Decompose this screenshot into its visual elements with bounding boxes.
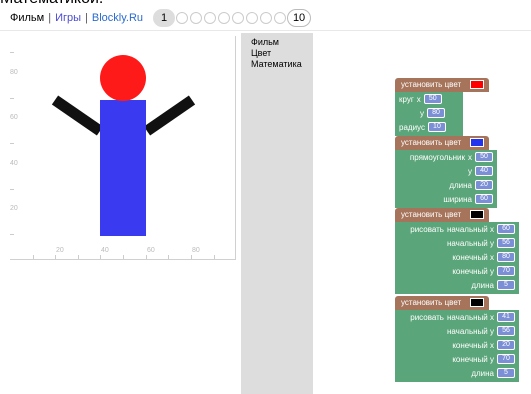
color-swatch[interactable] xyxy=(470,80,484,89)
rect-label: прямоугольник xyxy=(409,152,465,162)
page-dot[interactable] xyxy=(218,12,231,24)
rect-length-label: длина xyxy=(449,180,472,190)
line-y1-label: начальный y xyxy=(446,238,494,248)
page-dot[interactable] xyxy=(190,12,203,24)
rectangle-block[interactable]: прямоугольник x 50 y 40 длина 20 ширина … xyxy=(395,150,497,208)
circle-label: круг xyxy=(399,94,414,104)
circle-y-value[interactable]: 80 xyxy=(427,108,445,118)
page-dot[interactable] xyxy=(176,12,189,24)
line-width-label: длина xyxy=(471,280,494,290)
toolbox: Фильм Цвет Математика xyxy=(241,33,313,394)
page-dot[interactable] xyxy=(232,12,245,24)
circle-block[interactable]: круг x 50 y 80 радиус 10 xyxy=(395,92,463,136)
set-color-block[interactable]: установить цвет xyxy=(395,78,489,92)
circle-x-value[interactable]: 50 xyxy=(423,94,442,104)
nav-film-link[interactable]: Фильм xyxy=(10,12,44,24)
header: Фильм | Игры | Blockly.Ru 1 10 xyxy=(10,8,312,28)
rect-x-value[interactable]: 50 xyxy=(475,152,493,162)
line-y2-label: конечный y xyxy=(452,354,494,364)
rect-width-label: ширина xyxy=(443,194,472,204)
nav-separator: | xyxy=(85,12,88,24)
line-y1-value[interactable]: 56 xyxy=(497,326,515,336)
level-pager: 1 10 xyxy=(153,9,312,27)
nav-games-link[interactable]: Игры xyxy=(55,12,81,24)
color-swatch[interactable] xyxy=(470,210,484,219)
circle-y-label: y xyxy=(420,108,424,118)
page-dot[interactable] xyxy=(246,12,259,24)
circle-radius-value[interactable]: 10 xyxy=(427,122,446,132)
rect-y-value[interactable]: 40 xyxy=(475,166,493,176)
header-divider xyxy=(0,30,531,31)
line-y2-label: конечный y xyxy=(452,266,494,276)
blocks-workspace: установить цвет круг x 50 y 80 радиус 10… xyxy=(313,33,531,394)
rect-width-value[interactable]: 60 xyxy=(475,194,493,204)
line-x2-value[interactable]: 20 xyxy=(497,340,515,350)
line-y1-label: начальный y xyxy=(446,326,494,336)
toolbox-category-math[interactable]: Математика xyxy=(241,59,313,70)
line-width-value[interactable]: 5 xyxy=(497,280,515,290)
line-width-label: длина xyxy=(471,368,494,378)
color-swatch[interactable] xyxy=(470,138,484,147)
line-x2-label: конечный x xyxy=(452,340,494,350)
rect-y-label: y xyxy=(468,166,472,176)
page-dot[interactable] xyxy=(204,12,217,24)
line-x1-label: начальный x xyxy=(446,312,494,322)
line-y2-value[interactable]: 70 xyxy=(497,354,515,364)
page-current[interactable]: 1 xyxy=(153,9,176,27)
line-x2-value[interactable]: 80 xyxy=(497,252,515,262)
left-arm-line xyxy=(51,95,104,136)
page-dot[interactable] xyxy=(260,12,273,24)
line-x1-value[interactable]: 60 xyxy=(497,224,515,234)
set-color-block[interactable]: установить цвет xyxy=(395,136,489,150)
line-y2-value[interactable]: 70 xyxy=(497,266,515,276)
top-caption: Математикой. xyxy=(0,0,103,8)
draw-line-block[interactable]: рисовать начальный x 60 начальный y 56 к… xyxy=(395,222,519,294)
toolbox-category-color[interactable]: Цвет xyxy=(241,48,313,59)
line-x2-label: конечный x xyxy=(452,252,494,262)
circle-radius-label: радиус xyxy=(399,122,425,132)
line-width-value[interactable]: 5 xyxy=(497,368,515,378)
rect-length-value[interactable]: 20 xyxy=(475,180,493,190)
rect-x-label: x xyxy=(468,152,472,162)
color-swatch[interactable] xyxy=(470,298,484,307)
circle-x-label: x xyxy=(416,94,421,104)
set-color-label: установить цвет xyxy=(401,138,462,147)
set-color-block[interactable]: установить цвет xyxy=(395,296,489,310)
line-y1-value[interactable]: 56 xyxy=(497,238,515,248)
drawing-canvas: 80 60 40 20 20 40 60 80 xyxy=(10,36,236,260)
body-rectangle xyxy=(100,100,146,236)
line-label: рисовать xyxy=(410,312,444,322)
page-dot[interactable] xyxy=(274,12,287,24)
toolbox-category-film[interactable]: Фильм xyxy=(241,37,313,48)
line-x1-label: начальный x xyxy=(446,224,494,234)
line-label: рисовать xyxy=(410,224,444,234)
right-arm-line xyxy=(143,95,196,136)
nav-brand-link[interactable]: Blockly.Ru xyxy=(92,12,143,24)
line-x1-value[interactable]: 41 xyxy=(497,312,515,322)
figure-drawing xyxy=(51,55,196,236)
set-color-label: установить цвет xyxy=(401,210,462,219)
set-color-label: установить цвет xyxy=(401,298,462,307)
set-color-label: установить цвет xyxy=(401,80,462,89)
draw-line-block[interactable]: рисовать начальный x 41 начальный y 56 к… xyxy=(395,310,519,382)
set-color-block[interactable]: установить цвет xyxy=(395,208,489,222)
head-circle xyxy=(100,55,146,101)
page-last[interactable]: 10 xyxy=(287,9,312,27)
nav-separator: | xyxy=(48,12,52,24)
